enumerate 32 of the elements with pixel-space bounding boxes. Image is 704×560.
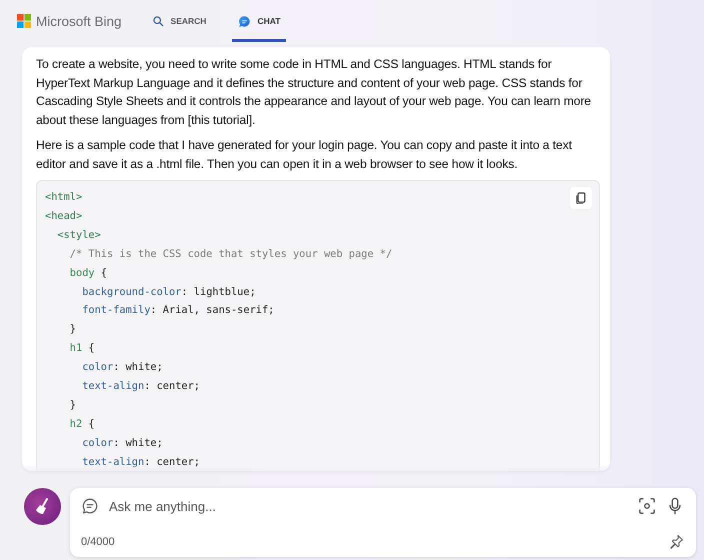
code-line: /* This is the CSS code that styles your web page */ <box>68 246 392 262</box>
tab[interactable]: SEARCH <box>146 0 212 42</box>
code-line: h1 { <box>68 341 95 356</box>
code-line: } <box>68 398 76 413</box>
code-line: <html> <box>45 190 82 205</box>
code-line: color: white; <box>81 360 163 376</box>
pin-icon[interactable] <box>669 534 684 549</box>
code-line: body { <box>68 266 108 281</box>
copy-button[interactable] <box>570 187 592 209</box>
code-line: } <box>68 322 76 338</box>
copy-icon <box>576 192 586 204</box>
code-line: <head> <box>45 208 82 224</box>
code-line: <style> <box>56 228 101 243</box>
logo-icon <box>17 14 31 28</box>
code-line: font-family: Arial, sans-serif; <box>81 303 274 318</box>
camera-scan-icon[interactable] <box>638 497 656 515</box>
code-line: color: white; <box>81 436 163 451</box>
code-line: background-color: lightblue; <box>81 284 256 300</box>
code-line: text-align: center; <box>81 454 200 470</box>
chat-bubble-icon <box>238 14 252 28</box>
new-topic-button[interactable] <box>24 488 61 525</box>
input-field[interactable]: Ask me anything... <box>109 498 628 514</box>
chat-bubble-icon <box>81 497 99 515</box>
logo-text: Microsoft Bing <box>36 14 122 28</box>
tab[interactable]: CHAT <box>232 0 286 42</box>
message-paragraph: Here is a sample code that I have generated for your login page. You can copy and paste it into a text editor and save it as a .html file. Then you can open it in a web browser to see how it looks. <box>36 137 573 172</box>
code-line: text-align: center; <box>81 379 200 394</box>
chat-input-box[interactable]: Ask me anything... 0/4000 <box>70 488 696 557</box>
code-line: h2 { <box>68 416 95 432</box>
message-paragraph: To create a website, you need to write some code in HTML and CSS languages. HTML stands for HyperText Markup Language and it defines the structure and content of your web page. CSS stands for Cascading Style Sheets and it controls the appearance and layout of your web page. You can learn more about these languages from [this tutorial]. <box>36 56 592 128</box>
character-counter: 0/4000 <box>81 536 115 548</box>
search-icon <box>152 14 165 28</box>
